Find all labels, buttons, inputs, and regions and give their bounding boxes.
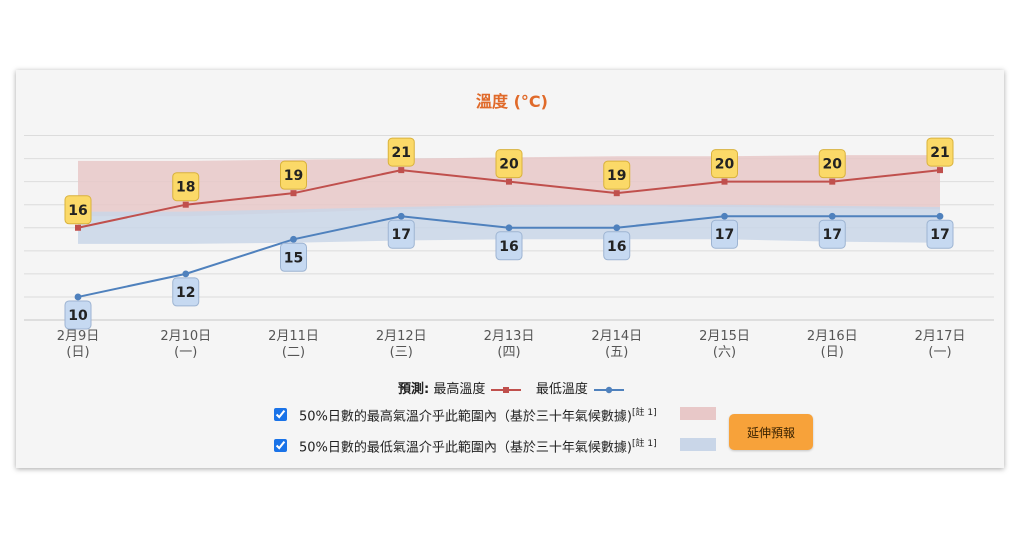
min-temp-point (936, 212, 944, 220)
forecast-legend: 預測: 最高溫度 最低溫度 (0, 378, 1024, 397)
max-temp-label: 19 (284, 168, 303, 184)
max-temp-label: 19 (607, 168, 626, 184)
max-temp-point (75, 224, 81, 231)
x-tick-date-label: 2月16日 (807, 329, 858, 344)
min-line-marker-icon (594, 386, 625, 393)
min-temp-label: 16 (499, 239, 518, 255)
max-temp-point (290, 190, 297, 197)
x-tick-weekday-label: (日) (66, 345, 89, 360)
legend-min-label: 最低溫度 (535, 382, 588, 397)
extended-forecast-button[interactable]: 延伸預報 (729, 414, 813, 450)
max-range-text: 50%日數的最高氣溫介乎此範圍內（基於三十年氣候數據)[註 1] (299, 408, 657, 425)
max-temp-label: 21 (392, 145, 411, 161)
x-tick-weekday-label: (一) (174, 345, 197, 360)
x-tick-weekday-label: (六) (713, 345, 736, 360)
max-temp-label: 20 (499, 157, 519, 173)
legend-max-label: 最高溫度 (433, 382, 486, 397)
min-temp-label: 12 (176, 285, 195, 301)
min-temp-label: 16 (607, 239, 626, 255)
min-range-swatch (680, 438, 716, 451)
x-tick-date-label: 2月12日 (376, 329, 427, 344)
x-tick-weekday-label: (四) (497, 345, 520, 360)
min-range-row: 50%日數的最低氣溫介乎此範圍內（基於三十年氣候數據)[註 1] (274, 436, 657, 455)
min-temp-label: 17 (823, 227, 842, 243)
x-tick-date-label: 2月10日 (160, 329, 211, 344)
x-tick-date-label: 2月11日 (268, 329, 319, 344)
max-temp-point (398, 167, 405, 174)
max-temp-point (937, 167, 943, 174)
max-temp-label: 18 (176, 180, 195, 196)
legend-prefix: 預測: (397, 382, 430, 397)
min-temp-label: 17 (930, 227, 949, 243)
x-tick-date-label: 2月17日 (915, 329, 966, 344)
min-temp-label: 17 (392, 227, 411, 243)
min-temp-point (397, 212, 405, 220)
x-tick-date-label: 2月14日 (591, 329, 642, 344)
max-range-checkbox[interactable] (274, 408, 287, 422)
max-temp-point (721, 178, 728, 185)
min-temp-point (182, 270, 190, 278)
x-tick-weekday-label: (一) (928, 345, 951, 360)
min-temp-point (505, 224, 513, 232)
min-temp-label: 15 (284, 250, 303, 266)
min-range-checkbox[interactable] (274, 439, 287, 453)
x-tick-date-label: 2月13日 (484, 329, 535, 344)
max-temp-label: 21 (930, 145, 949, 161)
min-temp-point (721, 212, 728, 220)
min-range-text: 50%日數的最低氣溫介乎此範圍內（基於三十年氣候數據)[註 1] (299, 439, 657, 456)
x-tick-weekday-label: (三) (390, 345, 413, 360)
max-temp-point (613, 190, 620, 197)
max-range-row: 50%日數的最高氣溫介乎此範圍內（基於三十年氣候數據)[註 1] (274, 405, 657, 424)
max-temp-point (829, 178, 836, 185)
min-temp-label: 17 (715, 227, 734, 243)
max-temp-point (182, 201, 189, 208)
min-temp-point (828, 212, 836, 220)
min-temp-point (613, 224, 621, 232)
max-range-swatch (680, 407, 716, 420)
max-line-marker-icon (491, 386, 522, 393)
temperature-chart: 16 18 19 21 20 19 20 20 21 10 12 15 17 16 16 17 17 17 2月9日… (24, 135, 994, 360)
x-tick-weekday-label: (五) (605, 345, 628, 360)
x-tick-date-label: 2月15日 (699, 329, 750, 344)
min-temp-point (290, 235, 297, 243)
max-temp-label: 20 (823, 157, 843, 173)
max-temp-point (506, 178, 512, 185)
min-temp-point (74, 293, 82, 301)
x-tick-date-label: 2月9日 (57, 329, 100, 344)
max-temp-label: 20 (715, 157, 735, 173)
min-temp-label: 10 (68, 308, 88, 324)
x-tick-weekday-label: (日) (821, 345, 844, 360)
max-temp-label: 16 (68, 203, 87, 219)
x-tick-weekday-label: (二) (282, 345, 305, 360)
